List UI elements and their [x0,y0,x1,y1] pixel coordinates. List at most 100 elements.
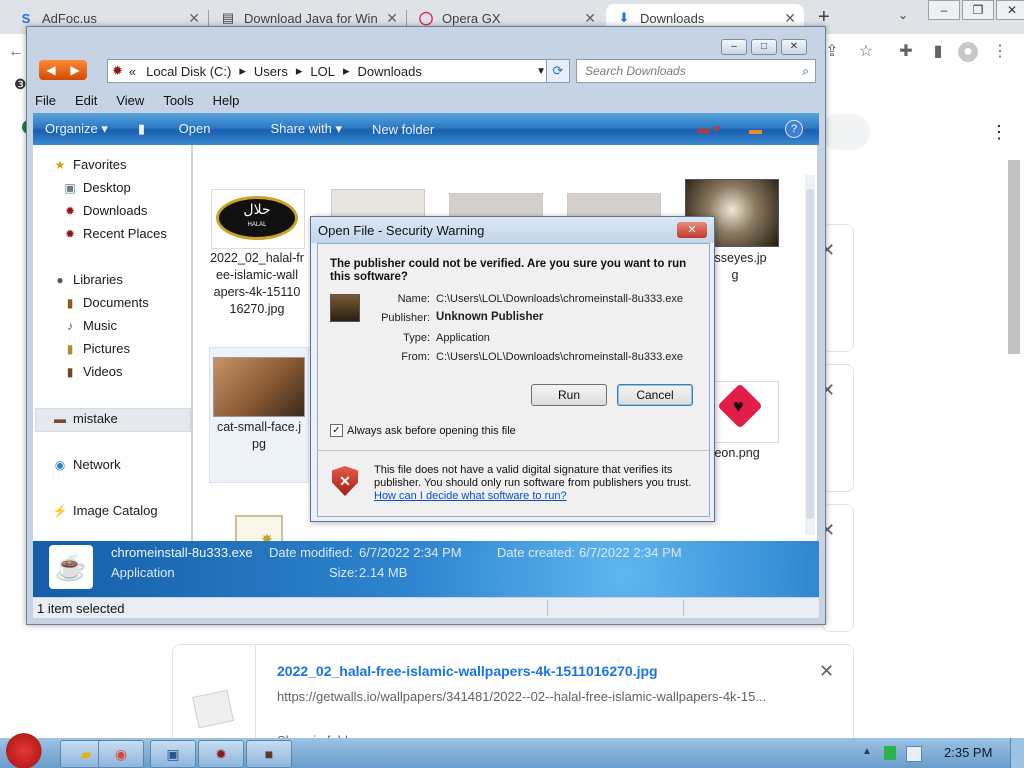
documents-icon: ▮ [66,295,74,310]
address-segment-local-disk[interactable]: Local Disk (C:) [146,64,231,79]
file-label-halal[interactable]: 2022_02_halal-fr ee-islamic-wall apers-4… [205,250,309,318]
address-segment-downloads[interactable]: Downloads [358,64,422,79]
close-icon[interactable]: ✕ [781,39,807,55]
help-link[interactable]: How can I decide what software to run? [374,490,567,502]
menu-view[interactable]: View [116,93,144,113]
tray-expand-icon[interactable]: ▲ [862,746,872,757]
clock-time[interactable]: 2:35 PM [944,745,992,760]
menu-help[interactable]: Help [213,93,240,113]
chrome-menu-icon[interactable]: ⋮ [990,42,1010,62]
download-filename-link[interactable]: 2022_02_halal-free-islamic-wallpapers-4k… [277,663,658,679]
halal-text: حلال [243,202,271,218]
help-icon[interactable]: ? [785,120,803,138]
taskbar-app-icon[interactable]: ✹ [198,740,244,768]
file-thumbnail-halal[interactable]: حلال HALAL [211,189,305,249]
dialog-close-icon[interactable]: ✕ [677,222,707,238]
open-icon: ▮ [137,121,149,136]
run-button[interactable]: Run [531,384,607,406]
open-label: Open [178,121,211,136]
forward-arrow-icon[interactable]: ▶ [63,60,87,80]
nav-libraries[interactable]: ● Libraries [53,272,122,287]
details-pane: ☕ chromeinstall-8u333.exe Application Da… [33,541,819,597]
taskbar-window-icon[interactable]: ▣ [150,740,196,768]
nav-recent-places[interactable]: ✹ Recent Places [63,226,167,241]
nav-music[interactable]: ♪ Music [63,318,117,333]
tab-search-icon[interactable]: ⌄ [898,8,908,22]
close-tab-icon[interactable]: ✕ [584,10,596,27]
close-tab-icon[interactable]: ✕ [188,10,200,27]
back-icon[interactable]: ← [6,42,26,62]
file-thumbnail-cat-small-face[interactable] [213,357,305,417]
organize-button[interactable]: Organize ▾ [45,121,108,137]
menu-edit[interactable]: Edit [75,93,97,113]
profile-avatar[interactable]: ● [958,42,978,62]
close-tab-icon[interactable]: ✕ [784,10,796,27]
explorer-status-bar: 1 item selected [33,598,819,618]
taskbar-minecraft-icon[interactable]: ■ [246,740,292,768]
menu-tools[interactable]: Tools [163,93,193,113]
close-icon[interactable]: ✕ [996,0,1024,20]
extensions-icon[interactable]: ✚ [896,42,916,62]
file-label-cat-small-face[interactable]: cat-small-face.j pg [207,419,311,453]
minimize-icon[interactable]: – [928,0,960,20]
shield-warning-icon: ✕ [332,466,358,496]
remove-download-icon[interactable]: ✕ [819,661,834,682]
minimize-icon[interactable]: – [721,39,747,55]
details-modified-label: Date modified: [269,545,353,560]
command-bar: Organize ▾ ▮ Open Share with ▾ New folde… [33,113,819,145]
view-options-icon[interactable]: ▬ ▾ [697,121,720,137]
new-folder-button[interactable]: New folder [372,122,434,137]
always-ask-row[interactable]: ✓ Always ask before opening this file [330,424,516,437]
dialog-body: The publisher could not be verified. Are… [317,243,710,517]
search-input[interactable]: Search Downloads ⌕ [576,59,816,83]
nav-downloads[interactable]: ✹ Downloads [63,203,147,218]
nav-favorites[interactable]: ★ Favorites [53,157,127,172]
address-segment-users[interactable]: Users [254,64,288,79]
address-overflow[interactable]: « [129,64,136,79]
nav-videos[interactable]: ▮ Videos [63,364,123,379]
search-downloads-field[interactable] [820,114,870,150]
close-tab-icon[interactable]: ✕ [386,10,398,27]
nav-network[interactable]: ◉ Network [53,457,121,472]
nav-desktop[interactable]: ▣ Desktop [63,180,130,195]
nav-label: Pictures [83,341,130,356]
taskbar-chrome-icon[interactable]: ◉ [98,740,144,768]
tab-title: Download Java for Win [244,10,378,26]
downloads-more-icon[interactable]: ⋮ [990,122,1008,143]
restore-icon[interactable]: ❐ [962,0,994,20]
security-warning-dialog: Open File - Security Warning ✕ The publi… [310,216,715,522]
search-icon: ⌕ [802,63,809,78]
chrome-sidebar-icon[interactable]: ❸ [14,76,27,93]
preview-pane-icon[interactable]: ▬ [749,122,762,137]
download-icon: ⬇ [618,10,630,25]
address-dropdown-icon[interactable]: ▼ [536,66,546,77]
side-panel-icon[interactable]: ▮ [928,42,948,62]
address-segment-lol[interactable]: LOL [310,64,335,79]
address-bar[interactable]: ✹ « Local Disk (C:) ▸ Users ▸ LOL ▸ Down… [107,59,553,83]
menu-file[interactable]: File [35,93,56,113]
details-size-label: Size: [329,565,358,580]
page-scrollbar[interactable] [1008,160,1020,354]
always-ask-checkbox[interactable]: ✓ [330,424,343,437]
back-arrow-icon[interactable]: ◀ [39,60,63,80]
nav-pictures[interactable]: ▮ Pictures [63,341,130,356]
details-created-value: 6/7/2022 2:34 PM [579,545,682,560]
file-pane-scrollbar[interactable] [805,175,815,535]
nav-documents[interactable]: ▮ Documents [63,295,149,310]
battery-icon[interactable] [884,746,896,760]
libraries-icon: ● [56,272,64,287]
nav-mistake[interactable]: ▬ mistake [53,411,118,426]
show-desktop-button[interactable] [1010,738,1024,768]
open-button[interactable]: ▮ Open [138,121,241,137]
network-tray-icon[interactable] [906,746,922,762]
maximize-icon[interactable]: □ [751,39,777,55]
refresh-icon[interactable]: ⟳ [546,59,570,83]
share-with-button[interactable]: Share with ▾ [270,121,342,137]
publisher-label: Publisher: [381,312,430,324]
start-button-angry-bird[interactable] [4,730,48,768]
details-file-type: Application [111,565,175,580]
cancel-button[interactable]: Cancel [617,384,693,406]
type-label: Type: [403,332,430,344]
bookmark-star-icon[interactable]: ☆ [856,42,876,62]
nav-image-catalog[interactable]: ⚡ Image Catalog [53,503,158,518]
